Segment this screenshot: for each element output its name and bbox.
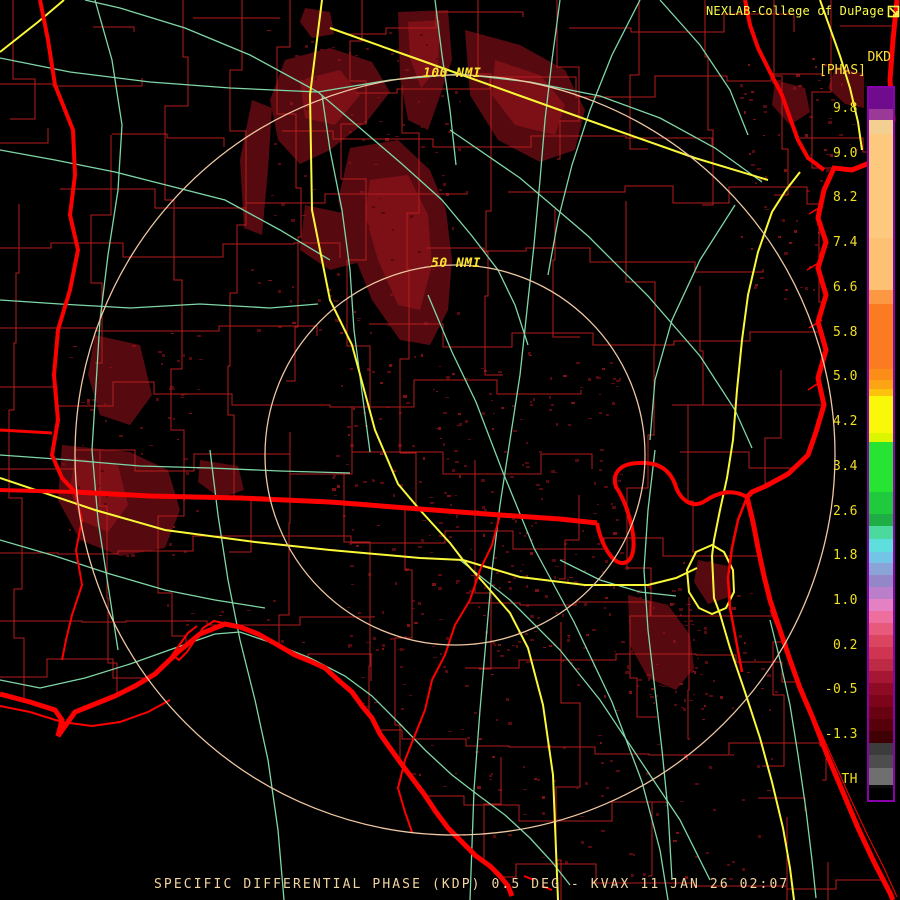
colorbar-segment	[869, 647, 893, 659]
colorbar-tick-label: 6.6	[833, 279, 858, 295]
colorbar-segment	[869, 683, 893, 695]
colorbar-tick-label: 1.8	[833, 548, 858, 564]
product-phase-tag: [PHAS]	[819, 63, 866, 78]
colorbar-segment	[869, 514, 893, 526]
colorbar-segment	[869, 389, 893, 396]
colorbar-tick-label: -0.5	[824, 682, 858, 698]
range-ring-label-100nmi: 100 NMI	[423, 66, 482, 81]
brand-title-row: NEXLAB-College of DuPage	[706, 4, 900, 18]
radar-display: 9.8 9.0 8.2 7.4 6.6 5.8 5.0 4.2 3.4 2.6 1.8 1.0 0.2 -…	[0, 0, 900, 900]
colorbar-tick-label: 8.2	[833, 190, 858, 206]
colorbar-segment	[869, 671, 893, 683]
colorbar-segment	[869, 755, 893, 768]
nexlab-logo-icon	[887, 5, 900, 17]
colorbar-tick-label: 9.0	[833, 145, 858, 161]
colorbar-segment	[869, 552, 893, 563]
colorbar-segment	[869, 88, 893, 109]
colorbar-tick-label: 1.0	[833, 593, 858, 609]
colorbar	[867, 86, 895, 802]
colorbar-segment	[869, 563, 893, 575]
colorbar-tick-label: 2.6	[833, 503, 858, 519]
colorbar-segment	[869, 599, 893, 611]
colorbar-tick-label: 7.4	[833, 235, 858, 251]
colorbar-tick-label: 3.4	[833, 458, 858, 474]
colorbar-segment	[869, 369, 893, 380]
colorbar-tick-label: 9.8	[833, 101, 858, 116]
colorbar-segment	[869, 380, 893, 389]
colorbar-segment	[869, 109, 893, 120]
colorbar-tick-label: 4.2	[833, 414, 858, 430]
colorbar-segment	[869, 731, 893, 743]
colorbar-segment	[869, 120, 893, 134]
colorbar-segment	[869, 396, 893, 433]
colorbar-tick-label: 5.0	[833, 369, 858, 385]
colorbar-segment	[869, 623, 893, 635]
colorbar-segment	[869, 707, 893, 719]
colorbar-segment	[869, 719, 893, 731]
colorbar-tick-label: 5.8	[833, 324, 858, 340]
colorbar-segment	[869, 526, 893, 539]
product-title-footer: SPECIFIC DIFFERENTIAL PHASE (KDP) 0.5 DE…	[154, 877, 790, 892]
colorbar-segment	[869, 304, 893, 369]
colorbar-segment	[869, 785, 893, 788]
colorbar-segment	[869, 695, 893, 707]
colorbar-segment	[869, 587, 893, 599]
colorbar-segment	[869, 290, 893, 304]
colorbar-segment	[869, 134, 893, 238]
radar-basemap	[0, 0, 900, 900]
colorbar-segment	[869, 635, 893, 647]
colorbar-segment	[869, 433, 893, 442]
colorbar-segment	[869, 611, 893, 623]
colorbar-segment	[869, 492, 893, 514]
colorbar-tick-label: 0.2	[833, 637, 858, 653]
brand-title: NEXLAB-College of DuPage	[706, 4, 885, 18]
range-ring-label-50nmi: 50 NMI	[431, 256, 481, 271]
colorbar-segment	[869, 575, 893, 587]
colorbar-segment	[869, 768, 893, 785]
colorbar-segment	[869, 442, 893, 492]
colorbar-segment	[869, 539, 893, 552]
colorbar-segment	[869, 238, 893, 290]
colorbar-tick-label: -1.3	[824, 727, 858, 743]
colorbar-tick-label: TH	[841, 771, 858, 787]
colorbar-segment	[869, 743, 893, 755]
colorbar-segments	[869, 88, 893, 788]
colorbar-segment	[869, 659, 893, 671]
range-ring-50nmi	[264, 264, 646, 646]
